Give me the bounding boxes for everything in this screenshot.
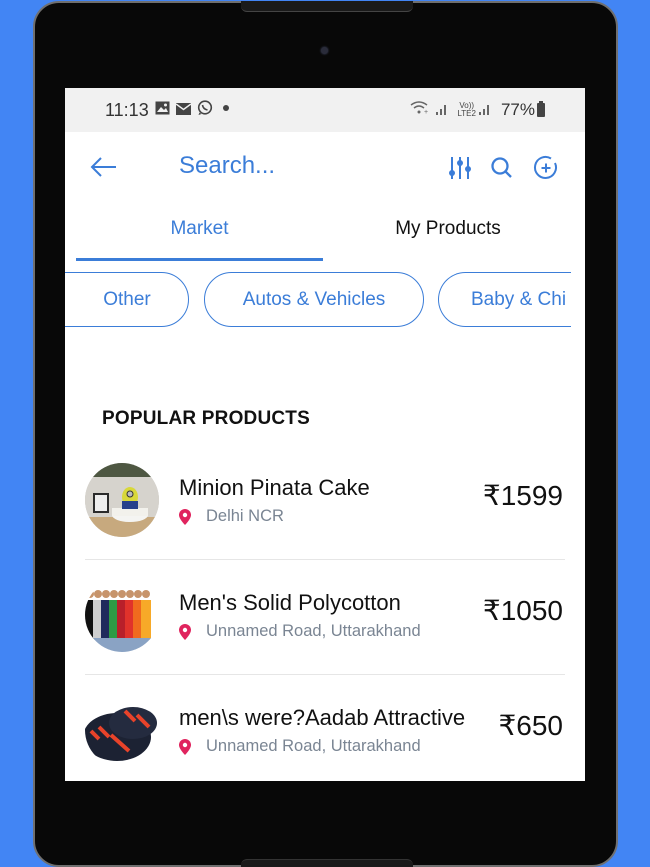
- filter-sliders-icon: [449, 157, 471, 179]
- location-pin-icon: [179, 508, 191, 525]
- product-price: ₹1050: [482, 595, 563, 626]
- search-input[interactable]: Search...: [179, 152, 275, 180]
- tab-market[interactable]: Market: [76, 202, 323, 264]
- active-tab-indicator: [76, 258, 323, 261]
- dot-icon: [219, 100, 233, 120]
- add-circle-icon: [534, 155, 557, 179]
- battery-icon: [537, 101, 545, 117]
- filter-button[interactable]: [446, 154, 474, 182]
- back-button[interactable]: [89, 155, 119, 179]
- whatsapp-icon: [197, 99, 213, 121]
- svg-text:+: +: [424, 109, 428, 115]
- front-camera: [321, 47, 328, 54]
- product-row[interactable]: Men's Solid Polycotton Unnamed Road, Utt…: [65, 560, 585, 675]
- battery-percent: 77%: [500, 100, 535, 119]
- app-bar: Search...: [65, 132, 585, 202]
- location-pin-icon: [179, 738, 191, 755]
- location-text: Unnamed Road, Uttarakhand: [206, 737, 421, 755]
- add-product-button[interactable]: [532, 154, 560, 182]
- device-top-bezel-notch: [241, 1, 413, 12]
- wifi-calling-icon: +: [410, 100, 430, 120]
- location-text: Delhi NCR: [206, 507, 284, 525]
- section-title: POPULAR PRODUCTS: [102, 408, 310, 429]
- email-icon: [175, 100, 192, 120]
- signal-strength-2-icon: [478, 100, 491, 120]
- product-location: Unnamed Road, Uttarakhand: [179, 737, 421, 756]
- product-row[interactable]: men\s were?Aadab Attractive Unnamed Road…: [65, 675, 585, 781]
- product-row[interactable]: Minion Pinata Cake Delhi NCR ₹1599: [65, 445, 585, 560]
- chip-autos-vehicles[interactable]: Autos & Vehicles: [204, 272, 424, 327]
- product-price: ₹650: [498, 710, 563, 741]
- search-icon: [491, 157, 512, 178]
- app-screen: 11:13 + Vo)) LTE2 77% Search... Market M…: [65, 88, 585, 781]
- search-button[interactable]: [488, 154, 516, 182]
- chips-scroll-edge: [571, 264, 585, 334]
- product-price: ₹1599: [482, 480, 563, 511]
- signal-strength-icon: [436, 100, 448, 120]
- product-list: Minion Pinata Cake Delhi NCR ₹1599 Men's…: [65, 445, 585, 781]
- cake-photo: [85, 463, 159, 537]
- product-thumbnail: [85, 578, 159, 652]
- device-bottom-bezel-notch: [241, 859, 413, 867]
- tshirts-photo: [85, 578, 159, 652]
- shoes-photo: [85, 693, 159, 767]
- arrow-left-icon: [90, 157, 116, 177]
- gallery-icon: [155, 100, 170, 120]
- product-title: men\s were?Aadab Attractive: [179, 705, 466, 730]
- location-pin-icon: [179, 623, 191, 640]
- location-text: Unnamed Road, Uttarakhand: [206, 622, 421, 640]
- volte-indicator: Vo)) LTE2: [457, 101, 476, 118]
- status-bar: 11:13 + Vo)) LTE2 77%: [65, 88, 585, 132]
- product-title: Men's Solid Polycotton: [179, 590, 401, 615]
- chip-baby-children[interactable]: Baby & Chi: [438, 272, 585, 327]
- status-time: 11:13: [105, 99, 149, 120]
- product-thumbnail: [85, 463, 159, 537]
- category-chips[interactable]: Other Autos & Vehicles Baby & Chi: [65, 264, 585, 334]
- product-location: Unnamed Road, Uttarakhand: [179, 622, 421, 641]
- product-title: Minion Pinata Cake: [179, 475, 370, 500]
- chip-other[interactable]: Other: [65, 272, 189, 327]
- product-thumbnail: [85, 693, 159, 767]
- tab-bar: Market My Products: [65, 202, 585, 264]
- product-location: Delhi NCR: [179, 507, 284, 526]
- tab-my-products[interactable]: My Products: [323, 202, 573, 264]
